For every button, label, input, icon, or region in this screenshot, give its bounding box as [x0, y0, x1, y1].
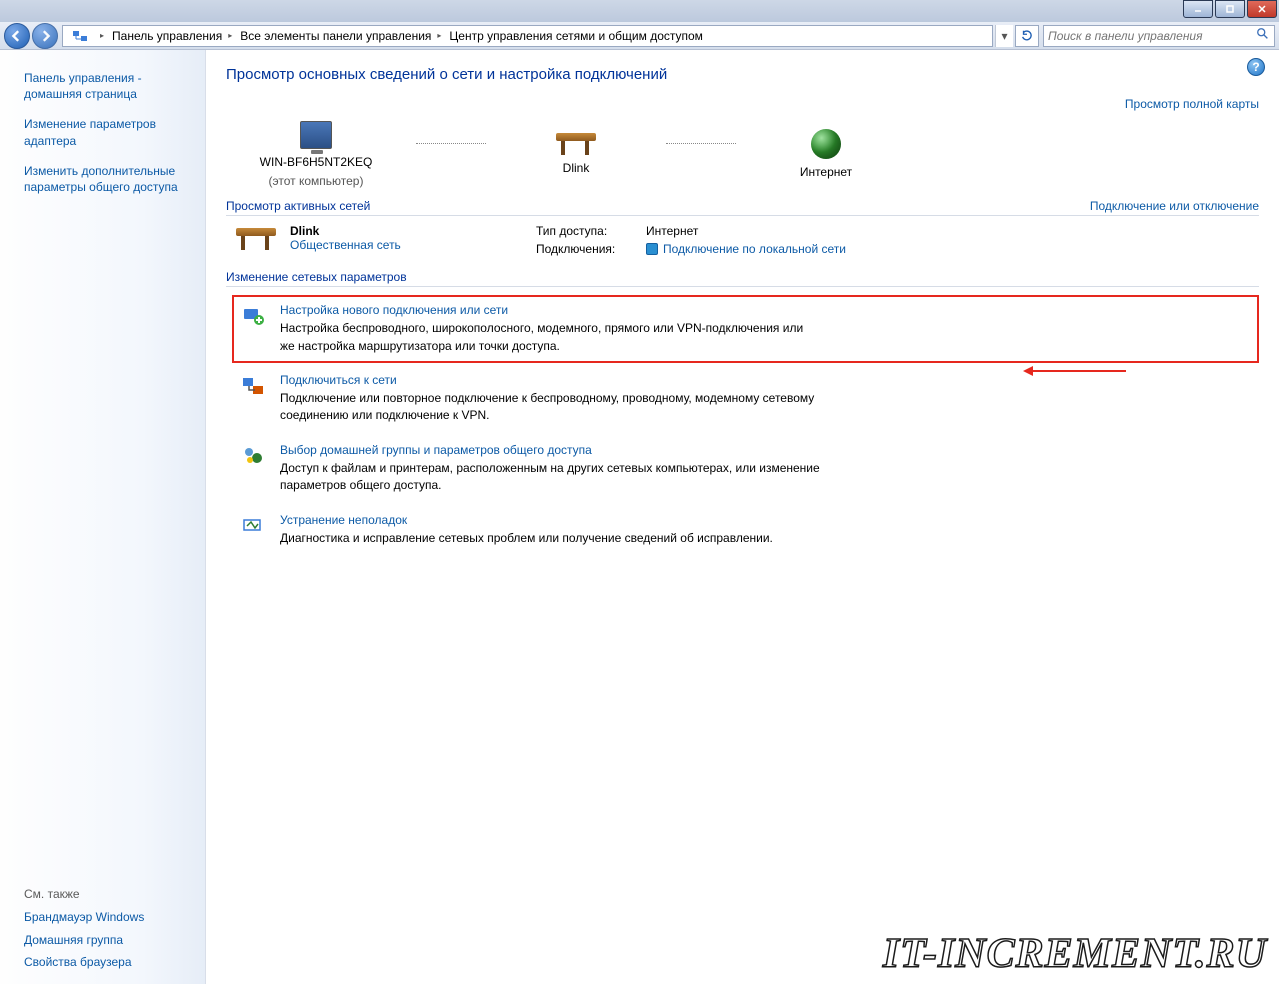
- bench-icon: [236, 228, 276, 250]
- network-center-icon: [72, 28, 88, 44]
- view-full-map-link[interactable]: Просмотр полной карты: [1125, 97, 1259, 111]
- nav-forward-button[interactable]: [32, 23, 58, 49]
- task-desc: Настройка беспроводного, широкополосного…: [280, 320, 820, 355]
- refresh-button[interactable]: [1015, 25, 1039, 47]
- active-network-type-link[interactable]: Общественная сеть: [290, 238, 401, 252]
- window-maximize-button[interactable]: [1215, 0, 1245, 18]
- sidebar-link-advanced-sharing[interactable]: Изменить дополнительные параметры общего…: [24, 163, 193, 195]
- sidebar-link-internet-options[interactable]: Свойства браузера: [24, 954, 193, 970]
- task-homegroup-sharing[interactable]: Выбор домашней группы и параметров общег…: [232, 435, 1259, 503]
- window-close-button[interactable]: [1247, 0, 1277, 18]
- search-input[interactable]: [1048, 29, 1256, 43]
- sidebar: Панель управления - домашняя страница Из…: [0, 50, 206, 984]
- task-connect-network[interactable]: Подключиться к сети Подключение или повт…: [232, 365, 1259, 433]
- task-new-connection[interactable]: Настройка нового подключения или сети На…: [232, 295, 1259, 363]
- search-icon: [1256, 27, 1270, 44]
- task-desc: Подключение или повторное подключение к …: [280, 390, 820, 425]
- ethernet-icon: [646, 243, 658, 255]
- search-box[interactable]: [1043, 25, 1275, 47]
- task-title[interactable]: Выбор домашней группы и параметров общег…: [280, 443, 820, 457]
- main-content: ? Просмотр основных сведений о сети и на…: [206, 50, 1279, 984]
- map-node-internet: Интернет: [746, 129, 906, 181]
- section-active-networks: Просмотр активных сетей: [226, 199, 370, 213]
- map-connector: [416, 143, 486, 144]
- breadcrumb-item[interactable]: Панель управления▸: [108, 29, 236, 43]
- task-title[interactable]: Настройка нового подключения или сети: [280, 303, 820, 317]
- annotation-arrow: [1026, 370, 1126, 372]
- section-change-settings: Изменение сетевых параметров: [226, 270, 407, 284]
- task-desc: Доступ к файлам и принтерам, расположенн…: [280, 460, 820, 495]
- homegroup-icon: [240, 443, 266, 469]
- breadcrumb-item[interactable]: Все элементы панели управления▸: [236, 29, 445, 43]
- watermark: IT-INCREMENT.RU: [883, 930, 1267, 978]
- see-also-label: См. также: [24, 887, 193, 901]
- breadcrumb[interactable]: ▸ Панель управления▸ Все элементы панели…: [62, 25, 993, 47]
- task-troubleshoot[interactable]: Устранение неполадок Диагностика и испра…: [232, 505, 1259, 555]
- connection-link[interactable]: Подключение по локальной сети: [646, 242, 846, 256]
- sidebar-link-homegroup[interactable]: Домашняя группа: [24, 932, 193, 948]
- page-title: Просмотр основных сведений о сети и наст…: [226, 66, 1259, 83]
- nav-bar: ▸ Панель управления▸ Все элементы панели…: [0, 22, 1279, 50]
- globe-icon: [811, 129, 841, 159]
- breadcrumb-dropdown-button[interactable]: ▾: [995, 25, 1013, 47]
- window-minimize-button[interactable]: [1183, 0, 1213, 18]
- computer-icon: [300, 121, 332, 149]
- nav-back-button[interactable]: [4, 23, 30, 49]
- connect-disconnect-link[interactable]: Подключение или отключение: [1090, 199, 1259, 213]
- sidebar-link-adapter-settings[interactable]: Изменение параметров адаптера: [24, 116, 193, 148]
- bench-icon: [556, 133, 596, 155]
- task-title[interactable]: Устранение неполадок: [280, 513, 773, 527]
- sidebar-link-firewall[interactable]: Брандмауэр Windows: [24, 909, 193, 925]
- breadcrumb-item[interactable]: ▸: [90, 31, 108, 40]
- task-desc: Диагностика и исправление сетевых пробле…: [280, 530, 773, 547]
- new-connection-icon: [240, 303, 266, 329]
- connections-label: Подключения:: [536, 242, 646, 256]
- sidebar-link-home[interactable]: Панель управления - домашняя страница: [24, 70, 193, 102]
- task-title[interactable]: Подключиться к сети: [280, 373, 820, 387]
- titlebar: [0, 0, 1279, 22]
- troubleshoot-icon: [240, 513, 266, 539]
- active-network-name: Dlink: [290, 224, 401, 238]
- breadcrumb-item[interactable]: Центр управления сетями и общим доступом: [445, 29, 707, 43]
- map-node-computer: WIN-BF6H5NT2KEQ (этот компьютер): [226, 121, 406, 189]
- connect-network-icon: [240, 373, 266, 399]
- help-button[interactable]: ?: [1247, 58, 1265, 76]
- network-map: WIN-BF6H5NT2KEQ (этот компьютер) Dlink И…: [226, 121, 1259, 189]
- access-type-label: Тип доступа:: [536, 224, 646, 238]
- map-connector: [666, 143, 736, 144]
- access-type-value: Интернет: [646, 224, 698, 238]
- map-node-router: Dlink: [496, 133, 656, 177]
